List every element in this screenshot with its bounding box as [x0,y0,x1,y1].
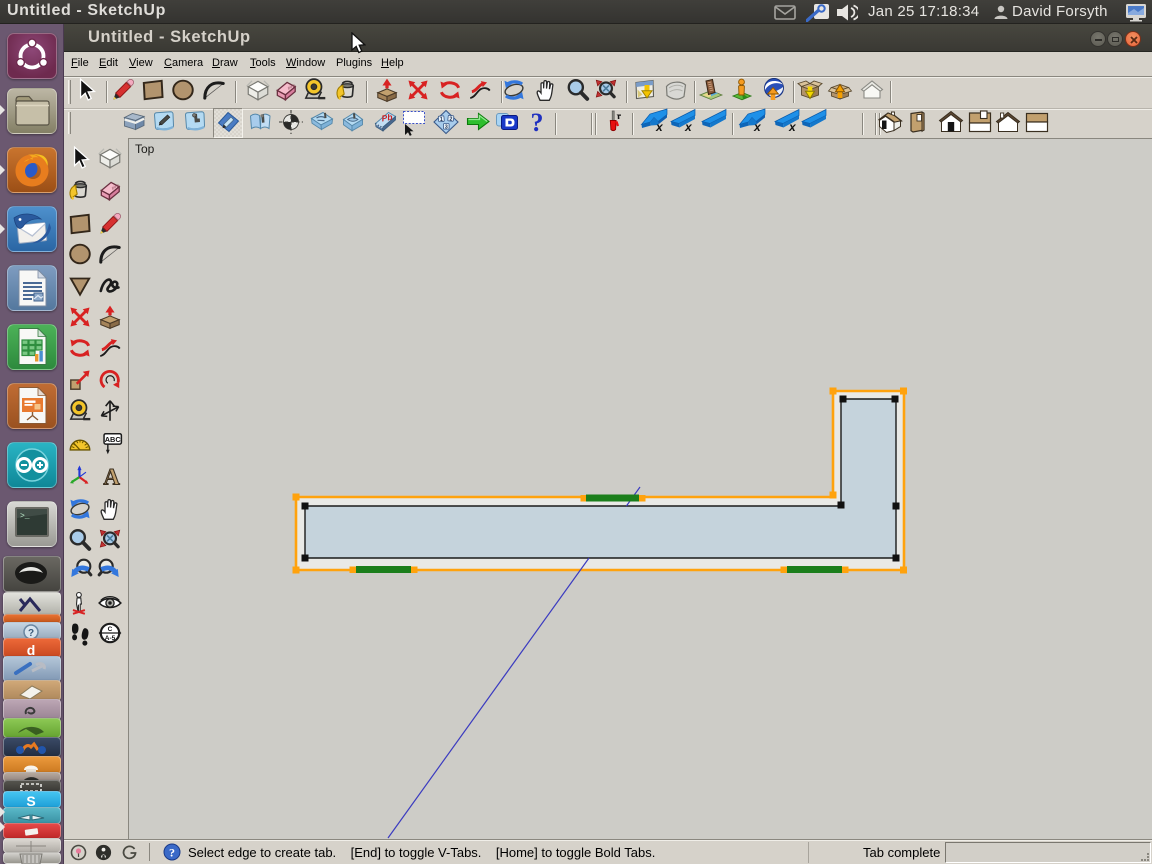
svg-text:>_: >_ [20,512,30,521]
svg-text:?: ? [169,846,175,860]
